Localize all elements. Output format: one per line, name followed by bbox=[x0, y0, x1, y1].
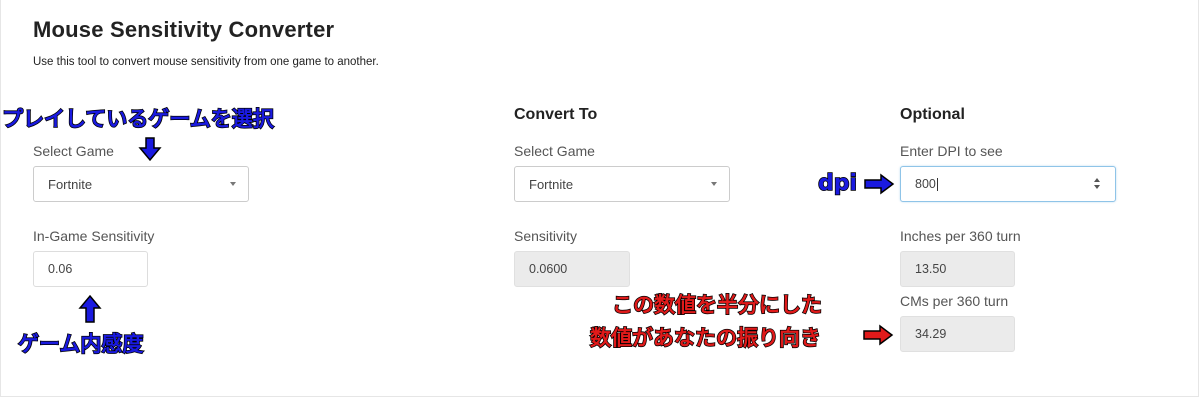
chevron-down-icon bbox=[230, 182, 236, 186]
in-game-sensitivity-input[interactable]: 0.06 bbox=[33, 251, 148, 287]
arrow-icon bbox=[863, 324, 894, 346]
sensitivity-label: Sensitivity bbox=[514, 228, 578, 244]
in-game-sensitivity-label: In-Game Sensitivity bbox=[33, 228, 155, 244]
cms-per-360-output: 34.29 bbox=[900, 316, 1015, 352]
inches-per-360-output: 13.50 bbox=[900, 251, 1015, 287]
cms-per-360-label: CMs per 360 turn bbox=[900, 293, 1009, 309]
arrow-icon bbox=[138, 137, 162, 162]
select-game-annotation: プレイしているゲームを選択 bbox=[1, 106, 274, 132]
convert-to-heading: Convert To bbox=[514, 106, 598, 123]
dpi-label: Enter DPI to see bbox=[900, 143, 1003, 159]
inches-per-360-value: 13.50 bbox=[915, 262, 947, 276]
from-select-game-label: Select Game bbox=[33, 143, 114, 159]
dpi-value: 800 bbox=[915, 177, 936, 191]
chevron-down-icon bbox=[711, 182, 717, 186]
arrow-icon bbox=[864, 173, 895, 195]
to-game-select-value: Fortnite bbox=[529, 176, 574, 192]
from-game-select[interactable]: Fortnite bbox=[33, 166, 249, 202]
in-game-sensitivity-value: 0.06 bbox=[48, 262, 73, 276]
result-annotation-line2: 数値があなたの振り向き bbox=[589, 325, 822, 351]
sensitivity-annotation: ゲーム内感度 bbox=[17, 331, 144, 357]
dpi-annotation: dpi bbox=[817, 170, 858, 197]
inches-per-360-label: Inches per 360 turn bbox=[900, 228, 1021, 244]
converted-sensitivity-output: 0.0600 bbox=[514, 251, 630, 287]
dpi-input[interactable]: 800 bbox=[900, 166, 1116, 202]
cms-per-360-value: 34.29 bbox=[915, 327, 947, 341]
to-select-game-label: Select Game bbox=[514, 143, 595, 159]
from-game-select-value: Fortnite bbox=[48, 176, 93, 192]
page-title: Mouse Sensitivity Converter bbox=[33, 17, 335, 42]
result-annotation-line1: この数値を半分にした bbox=[611, 292, 823, 318]
optional-heading: Optional bbox=[900, 106, 965, 123]
arrow-icon bbox=[78, 294, 102, 323]
text-cursor bbox=[936, 177, 938, 191]
page-subtitle: Use this tool to convert mouse sensitivi… bbox=[33, 56, 379, 68]
to-game-select[interactable]: Fortnite bbox=[514, 166, 730, 202]
converted-sensitivity-value: 0.0600 bbox=[529, 262, 568, 276]
spinner-icon[interactable] bbox=[1093, 177, 1101, 191]
